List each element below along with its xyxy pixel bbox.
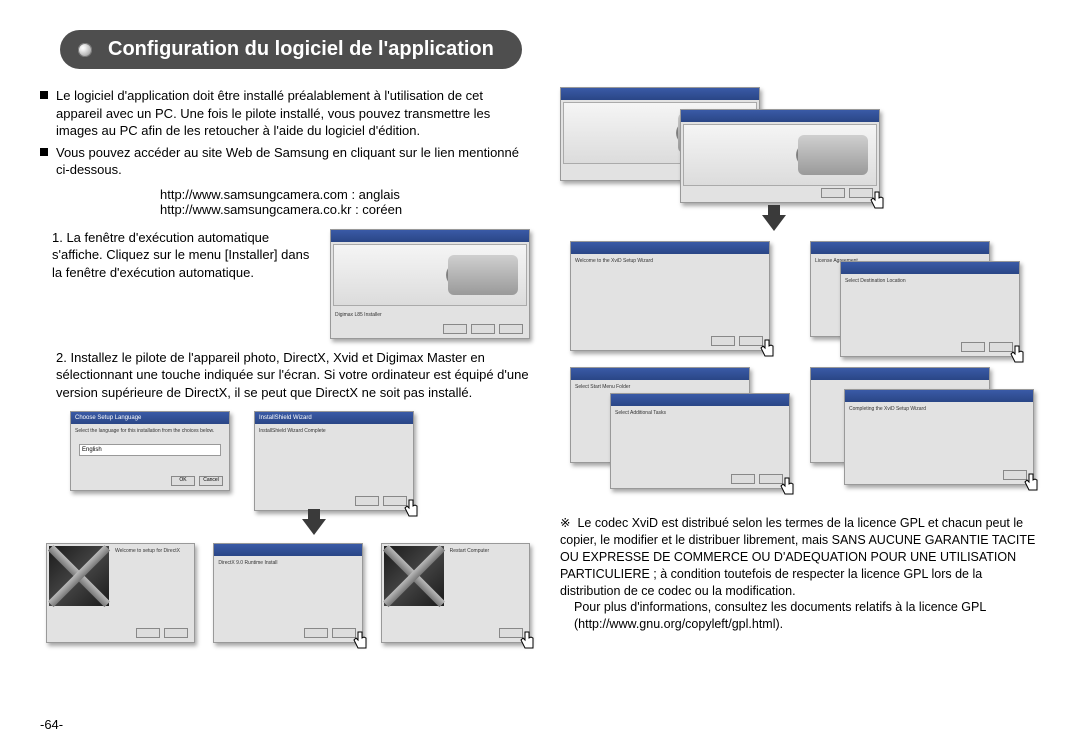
- camera-illustration: [333, 244, 527, 306]
- hand-cursor-icon: [869, 190, 885, 210]
- screenshot-xvid-welcome: Welcome to the XviD Setup Wizard: [570, 241, 770, 351]
- dx-welcome-text: Welcome to setup for DirectX: [111, 544, 194, 558]
- bullet-1: Le logiciel d'application doit être inst…: [40, 87, 530, 140]
- directx-x-icon: [384, 546, 444, 606]
- screenshot-directx-runtime: DirectX 9.0 Runtime Install: [213, 543, 362, 643]
- hand-cursor-icon: [779, 476, 795, 496]
- ready-install-text: [811, 380, 989, 388]
- ish-body: InstallShield Wizard Complete: [255, 424, 413, 438]
- screenshot-autorun: Digimax L85 Installer: [330, 229, 530, 339]
- screenshot-directx-restart: Restart Computer: [381, 543, 530, 643]
- dx-runtime-text: DirectX 9.0 Runtime Install: [214, 556, 361, 570]
- select-menu-text: Select Start Menu Folder: [571, 380, 749, 394]
- legal-line-1: Le codec XviD est distribué selon les te…: [560, 516, 1035, 598]
- right-column: Welcome to the XviD Setup Wizard License…: [560, 87, 1040, 643]
- url-korean: http://www.samsungcamera.co.kr : coréen: [160, 202, 530, 217]
- square-bullet-icon: [40, 91, 48, 99]
- down-arrow-icon: [760, 215, 788, 231]
- hand-cursor-icon: [352, 630, 368, 650]
- step-2-text: 2. Installez le pilote de l'appareil pho…: [56, 349, 530, 402]
- lang-titlebar: Choose Setup Language: [71, 412, 229, 424]
- hand-cursor-icon: [759, 338, 775, 358]
- right-camera-pair: [560, 87, 1040, 197]
- ish-titlebar: InstallShield Wizard: [255, 412, 413, 424]
- page-number: -64-: [40, 717, 63, 732]
- legal-notice: ※ Le codec XviD est distribué selon les …: [560, 515, 1040, 633]
- screenshot-directx-welcome: Welcome to setup for DirectX: [46, 543, 195, 643]
- down-arrow-icon: [300, 519, 328, 535]
- stack-license-location: License Agreement Select Destination Loc…: [810, 241, 1010, 351]
- lang-value: English: [79, 444, 221, 456]
- page-title-text: Configuration du logiciel de l'applicati…: [108, 38, 494, 60]
- completing-xvid-text: Completing the XviD Setup Wizard: [845, 402, 1033, 416]
- lang-body: Select the language for this installatio…: [71, 424, 229, 438]
- hand-cursor-icon: [1023, 472, 1039, 492]
- screenshot-select-location: Select Destination Location: [840, 261, 1020, 357]
- select-location-text: Select Destination Location: [841, 274, 1019, 288]
- url-english: http://www.samsungcamera.com : anglais: [160, 187, 530, 202]
- square-bullet-icon: [40, 148, 48, 156]
- cancel-button[interactable]: Cancel: [199, 476, 223, 486]
- hand-cursor-icon: [519, 630, 535, 650]
- url-block: http://www.samsungcamera.com : anglais h…: [160, 187, 530, 217]
- additional-tasks-text: Select Additional Tasks: [611, 406, 789, 420]
- xvid-welcome-text: Welcome to the XviD Setup Wizard: [571, 254, 769, 268]
- dx-restart-text: Restart Computer: [446, 544, 529, 558]
- screenshot-choose-language: Choose Setup Language Select the languag…: [70, 411, 230, 491]
- stack-menu-tasks: Select Start Menu Folder Select Addition…: [570, 367, 770, 487]
- screenshot-additional-tasks: Select Additional Tasks: [610, 393, 790, 489]
- step-1-row: 1. La fenêtre d'exécution automatique s'…: [52, 229, 530, 339]
- left-shots-row-1: Choose Setup Language Select the languag…: [70, 411, 530, 511]
- screenshot-installer-front: [680, 109, 880, 203]
- reference-mark-icon: ※: [560, 515, 574, 532]
- page-title: Configuration du logiciel de l'applicati…: [60, 30, 522, 69]
- right-xvid-grid: Welcome to the XviD Setup Wizard License…: [570, 241, 1040, 487]
- bullet-2-text: Vous pouvez accéder au site Web de Samsu…: [56, 144, 530, 179]
- directx-x-icon: [49, 546, 109, 606]
- bullet-2: Vous pouvez accéder au site Web de Samsu…: [40, 144, 530, 179]
- ok-button[interactable]: OK: [171, 476, 195, 486]
- hand-cursor-icon: [1009, 344, 1025, 364]
- screenshot-installshield-complete: InstallShield Wizard InstallShield Wizar…: [254, 411, 414, 511]
- stack-completing: Completing the XviD Setup Wizard: [810, 367, 1010, 487]
- content-columns: Le logiciel d'application doit être inst…: [40, 87, 1040, 643]
- screenshot-completing-xvid: Completing the XviD Setup Wizard: [844, 389, 1034, 485]
- left-column: Le logiciel d'application doit être inst…: [40, 87, 530, 643]
- hand-cursor-icon: [403, 498, 419, 518]
- legal-line-2: Pour plus d'informations, consultez les …: [574, 599, 1040, 633]
- step-1-text: 1. La fenêtre d'exécution automatique s'…: [52, 229, 330, 282]
- bullet-1-text: Le logiciel d'application doit être inst…: [56, 87, 530, 140]
- left-shots-row-2: Welcome to setup for DirectX DirectX 9.0…: [46, 543, 530, 643]
